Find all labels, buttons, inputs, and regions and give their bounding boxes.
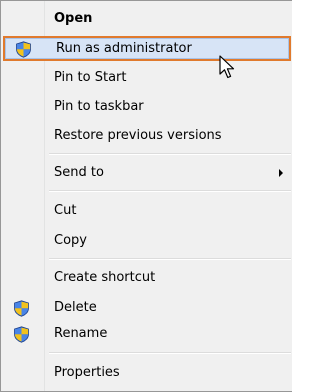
menu-item-label: Delete <box>54 300 97 315</box>
menu-item-properties[interactable]: Properties <box>1 358 293 388</box>
separator <box>49 258 291 260</box>
menu-item-label: Properties <box>54 365 120 380</box>
menu-item-open[interactable]: Open <box>1 4 293 34</box>
menu-item-cut[interactable]: Cut <box>1 196 293 226</box>
separator <box>49 190 291 192</box>
menu-item-label: Run as administrator <box>56 41 192 56</box>
menu-item-pin-to-start[interactable]: Pin to Start <box>1 63 293 93</box>
menu-item-label: Send to <box>54 165 104 180</box>
menu-item-label: Pin to taskbar <box>54 99 144 114</box>
menu-item-run-as-administrator[interactable]: Run as administrator <box>3 36 291 61</box>
uac-shield-icon <box>14 300 29 317</box>
chevron-right-icon <box>279 169 283 177</box>
menu-item-label: Rename <box>54 326 108 341</box>
menu-item-create-shortcut[interactable]: Create shortcut <box>1 263 293 293</box>
menu-item-label: Copy <box>54 233 87 248</box>
separator <box>49 352 291 354</box>
menu-item-send-to[interactable]: Send to <box>1 158 293 188</box>
menu-item-label: Pin to Start <box>54 70 127 85</box>
menu-item-restore-previous-versions[interactable]: Restore previous versions <box>1 121 293 151</box>
menu-item-label: Restore previous versions <box>54 128 222 143</box>
menu-item-rename[interactable]: Rename <box>1 319 293 349</box>
menu-item-copy[interactable]: Copy <box>1 226 293 256</box>
menu-item-label: Cut <box>54 203 77 218</box>
menu-item-pin-to-taskbar[interactable]: Pin to taskbar <box>1 92 293 122</box>
menu-item-label: Create shortcut <box>54 270 156 285</box>
uac-shield-icon <box>16 41 31 58</box>
separator <box>49 153 291 155</box>
context-menu: Open Run as administrator Pin to Start P… <box>0 0 292 392</box>
menu-item-label: Open <box>54 11 93 26</box>
mouse-pointer-icon <box>219 55 235 79</box>
uac-shield-icon <box>14 326 29 343</box>
